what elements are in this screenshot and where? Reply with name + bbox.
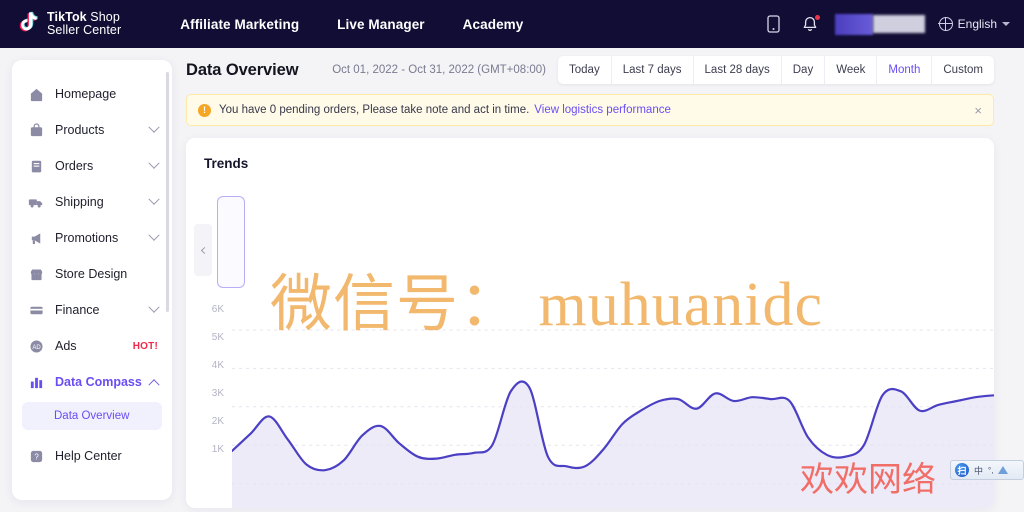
page-title: Data Overview — [186, 60, 299, 79]
metric-scroll-left-button[interactable] — [194, 224, 212, 276]
hot-badge: HOT! — [132, 340, 158, 352]
trends-card-title: Trends — [204, 156, 249, 171]
sidebar-item-data-compass[interactable]: Data Compass — [12, 364, 172, 400]
storefront-icon — [28, 266, 44, 282]
y-tick-1k: 1K — [211, 444, 224, 455]
notification-dot — [813, 14, 821, 21]
bell-icon[interactable] — [799, 13, 821, 35]
avatar — [834, 13, 873, 35]
close-icon[interactable]: × — [974, 103, 982, 118]
language-selector[interactable]: English — [938, 16, 1010, 31]
sidebar-item-label: Help Center — [55, 449, 122, 463]
sidebar-item-homepage[interactable]: Homepage — [12, 76, 172, 112]
range-button-last-7-days[interactable]: Last 7 days — [612, 56, 694, 84]
sidebar-item-label: Store Design — [55, 267, 128, 281]
chevron-left-icon — [200, 246, 208, 254]
brand-line1-bold: TikTok — [47, 9, 87, 24]
sidebar-item-help-center[interactable]: ? Help Center — [12, 438, 172, 474]
sidebar-item-ads[interactable]: AD Ads HOT! — [12, 328, 172, 364]
top-navigation-bar: TikTok Shop Seller Center Affiliate Mark… — [0, 0, 1024, 48]
sidebar-item-label: Homepage — [55, 87, 117, 101]
svg-text:AD: AD — [32, 344, 41, 350]
sidebar-item-products[interactable]: Products — [12, 112, 172, 148]
account-avatar-redacted[interactable] — [834, 13, 925, 35]
help-icon: ? — [28, 448, 44, 464]
globe-icon — [938, 16, 953, 31]
sidebar-item-label: Data Compass — [55, 375, 142, 389]
sidebar-item-label: Ads — [55, 339, 77, 353]
chart-svg — [232, 329, 994, 508]
sidebar-item-label: Promotions — [55, 231, 119, 245]
chevron-down-icon — [148, 121, 160, 133]
nav-link-live-manager[interactable]: Live Manager — [337, 17, 424, 32]
chevron-down-icon — [148, 157, 160, 169]
bar-chart-icon — [28, 374, 44, 390]
y-tick-4k: 4K — [211, 360, 224, 371]
chevron-down-icon — [1002, 22, 1010, 26]
range-button-today[interactable]: Today — [558, 56, 612, 84]
chevron-up-icon — [148, 379, 160, 391]
warning-icon: ! — [198, 103, 211, 117]
trends-chart: 6K 5K 4K 3K 2K 1K — [186, 304, 994, 508]
truck-icon — [28, 194, 44, 210]
pending-orders-banner: ! You have 0 pending orders, Please take… — [186, 94, 994, 126]
range-button-custom[interactable]: Custom — [932, 56, 994, 84]
ads-icon: AD — [28, 338, 44, 354]
main-content: Data Overview Oct 01, 2022 - Oct 31, 202… — [180, 48, 1024, 512]
sidebar-item-label: Finance — [55, 303, 100, 317]
range-button-day[interactable]: Day — [782, 56, 826, 84]
top-nav-right-cluster: English — [763, 0, 1010, 48]
chevron-down-icon — [148, 229, 160, 241]
svg-text:?: ? — [34, 452, 39, 461]
card-icon — [28, 302, 44, 318]
date-range-label: Oct 01, 2022 - Oct 31, 2022 (GMT+08:00) — [332, 64, 547, 76]
range-button-week[interactable]: Week — [825, 56, 878, 84]
metric-card-selected[interactable] — [217, 196, 245, 288]
top-nav-links: Affiliate Marketing Live Manager Academy — [180, 17, 523, 32]
chevron-down-icon — [148, 301, 160, 313]
megaphone-icon — [28, 230, 44, 246]
sidebar-subitem-data-overview[interactable]: Data Overview — [22, 402, 162, 430]
y-tick-3k: 3K — [211, 388, 224, 399]
chevron-down-icon — [148, 193, 160, 205]
date-range-button-group: Today Last 7 days Last 28 days Day Week … — [558, 56, 994, 84]
sidebar: Homepage Products Orders Shipping Promot… — [12, 60, 172, 500]
range-button-month[interactable]: Month — [877, 56, 933, 84]
language-label: English — [957, 17, 997, 31]
sidebar-item-orders[interactable]: Orders — [12, 148, 172, 184]
sidebar-item-finance[interactable]: Finance — [12, 292, 172, 328]
sidebar-subitem-label: Data Overview — [54, 410, 130, 422]
brand-line1-thin: Shop — [86, 9, 120, 24]
mobile-phone-icon[interactable] — [763, 13, 785, 35]
chart-plot-area — [232, 316, 994, 508]
order-list-icon — [28, 158, 44, 174]
y-tick-5k: 5K — [211, 332, 224, 343]
sidebar-item-store-design[interactable]: Store Design — [12, 256, 172, 292]
brand-line2: Seller Center — [47, 23, 122, 37]
sidebar-item-label: Orders — [55, 159, 94, 173]
brand-text: TikTok Shop Seller Center — [47, 9, 122, 38]
sidebar-item-promotions[interactable]: Promotions — [12, 220, 172, 256]
page-header: Data Overview Oct 01, 2022 - Oct 31, 202… — [180, 48, 1024, 92]
banner-text: You have 0 pending orders, Please take n… — [219, 104, 530, 116]
y-tick-2k: 2K — [211, 416, 224, 427]
view-logistics-performance-link[interactable]: View logistics performance — [534, 104, 671, 116]
brand-logo[interactable]: TikTok Shop Seller Center — [16, 9, 122, 38]
trends-card: Trends 6K 5K 4K 3K 2K 1K — [186, 138, 994, 508]
sidebar-item-label: Shipping — [55, 195, 104, 209]
tiktok-note-icon — [16, 11, 40, 37]
sidebar-item-shipping[interactable]: Shipping — [12, 184, 172, 220]
sidebar-item-label: Products — [55, 123, 105, 137]
y-tick-6k: 6K — [211, 304, 224, 315]
range-button-last-28-days[interactable]: Last 28 days — [694, 56, 782, 84]
account-name-redacted — [872, 15, 925, 33]
nav-link-affiliate-marketing[interactable]: Affiliate Marketing — [180, 17, 299, 32]
home-icon — [28, 86, 44, 102]
bag-icon — [28, 122, 44, 138]
data-overview-page: TikTok Shop Seller Center Affiliate Mark… — [0, 0, 1024, 512]
nav-link-academy[interactable]: Academy — [463, 17, 524, 32]
